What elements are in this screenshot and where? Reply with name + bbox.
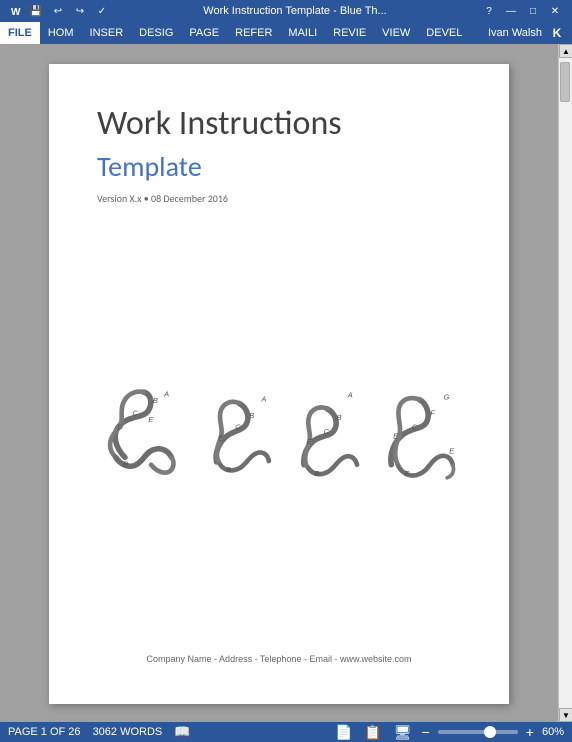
spell-icon[interactable]: ✓ [94, 4, 110, 18]
tab-references[interactable]: REFER [227, 22, 280, 44]
read-view-button[interactable]: 📋 [362, 724, 383, 741]
svg-text:B: B [314, 469, 319, 478]
tab-review[interactable]: REVIE [325, 22, 374, 44]
svg-text:C: C [132, 409, 138, 418]
close-button[interactable]: ✕ [546, 3, 564, 19]
page-version: Version X.x • 08 December 2016 [97, 192, 461, 205]
zoom-in-button[interactable]: + [526, 725, 534, 739]
page-title: Work Instructions [97, 104, 461, 145]
window-controls: ? — □ ✕ [480, 3, 564, 19]
quick-save-icons: 💾 ↩ ↪ ✓ [28, 4, 110, 18]
tab-file[interactable]: FILE [0, 22, 40, 44]
svg-text:E: E [148, 415, 154, 424]
user-info: Ivan Walsh K [488, 22, 568, 44]
svg-text:B: B [123, 460, 128, 469]
svg-text:C: C [235, 423, 241, 432]
svg-text:A: A [347, 391, 353, 400]
knot-illustrations: D C E B A B [97, 379, 461, 489]
scroll-track [559, 58, 572, 708]
svg-text:A: A [163, 390, 169, 399]
svg-text:C: C [412, 423, 418, 432]
svg-text:F: F [430, 409, 435, 418]
vertical-scrollbar[interactable]: ▲ ▼ [558, 44, 572, 722]
zoom-out-button[interactable]: − [422, 725, 430, 739]
tab-mailings[interactable]: MAILI [280, 22, 325, 44]
svg-text:B: B [226, 466, 231, 475]
proofing-icon[interactable]: 📖 [174, 724, 190, 740]
knot-4: E C F G E E [382, 379, 461, 489]
svg-text:W: W [11, 7, 21, 18]
undo-icon[interactable]: ↩ [50, 4, 66, 18]
page-subtitle: Template [97, 149, 461, 184]
tab-design[interactable]: DESIG [131, 22, 181, 44]
svg-text:B: B [337, 413, 342, 422]
knot-1: D C E B A B [97, 379, 190, 489]
knot-2: E C B A B [198, 379, 282, 489]
tab-developer[interactable]: DEVEL [418, 22, 470, 44]
word-count: 3062 WORDS [93, 726, 163, 738]
status-left: PAGE 1 OF 26 3062 WORDS 📖 [8, 724, 190, 740]
user-avatar[interactable]: K [546, 22, 568, 44]
page-info: PAGE 1 OF 26 [8, 726, 81, 738]
document-area: Work Instructions Template Version X.x •… [0, 44, 558, 722]
illustration-area: D C E B A B [97, 245, 461, 624]
status-right: 📄 📋 🖥 − + 60% [333, 724, 564, 741]
scroll-down-button[interactable]: ▼ [559, 708, 572, 722]
redo-icon[interactable]: ↪ [72, 4, 88, 18]
zoom-thumb[interactable] [484, 726, 496, 738]
title-bar: W 💾 ↩ ↪ ✓ Work Instruction Template - Bl… [0, 0, 572, 22]
help-button[interactable]: ? [480, 3, 498, 19]
status-bar: PAGE 1 OF 26 3062 WORDS 📖 📄 📋 🖥 − + 60% [0, 722, 572, 742]
tab-view[interactable]: VIEW [374, 22, 418, 44]
print-view-button[interactable]: 📄 [333, 724, 354, 741]
tab-home[interactable]: HOM [40, 22, 82, 44]
user-name: Ivan Walsh [488, 27, 542, 39]
svg-text:G: G [443, 393, 449, 402]
minimize-button[interactable]: — [502, 3, 520, 19]
svg-text:B: B [249, 412, 254, 421]
tab-page[interactable]: PAGE [181, 22, 227, 44]
svg-text:D: D [117, 423, 123, 432]
scroll-thumb[interactable] [560, 62, 570, 102]
svg-text:C: C [324, 427, 330, 436]
document-page: Work Instructions Template Version X.x •… [49, 64, 509, 704]
ribbon: FILE HOM INSER DESIG PAGE REFER MAILI RE… [0, 22, 572, 44]
zoom-slider[interactable] [438, 730, 518, 734]
scroll-up-button[interactable]: ▲ [559, 44, 572, 58]
maximize-button[interactable]: □ [524, 3, 542, 19]
ribbon-tab-bar: FILE HOM INSER DESIG PAGE REFER MAILI RE… [0, 22, 572, 44]
main-area: Work Instructions Template Version X.x •… [0, 44, 572, 722]
window-title: Work Instruction Template - Blue Th... [110, 5, 480, 17]
page-footer: Company Name - Address - Telephone - Ema… [97, 644, 461, 664]
tab-insert[interactable]: INSER [82, 22, 132, 44]
svg-text:E: E [449, 447, 455, 456]
svg-text:B: B [153, 397, 158, 406]
title-bar-left: W 💾 ↩ ↪ ✓ [8, 4, 110, 18]
word-icon: W [8, 4, 24, 18]
web-view-button[interactable]: 🖥 [392, 724, 414, 741]
svg-text:A: A [260, 395, 266, 404]
knot-3: E C B A B [290, 379, 374, 489]
save-icon[interactable]: 💾 [28, 4, 44, 18]
zoom-level: 60% [542, 726, 564, 738]
